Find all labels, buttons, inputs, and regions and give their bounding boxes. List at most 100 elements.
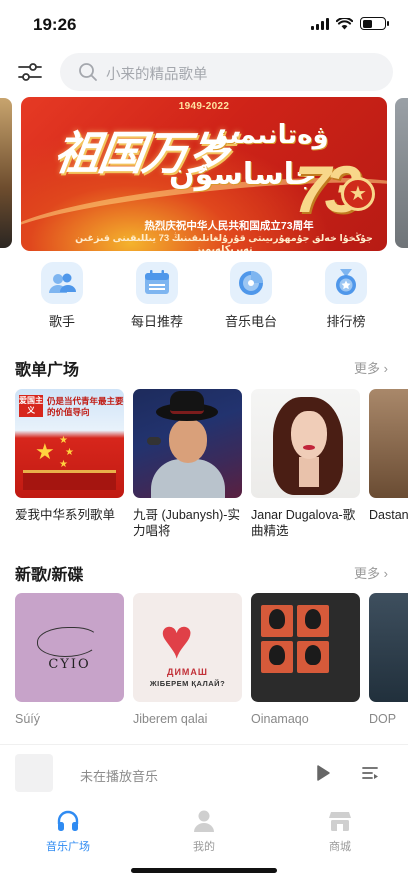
chevron-right-icon: › bbox=[383, 361, 388, 376]
playlist-card[interactable]: Janar Dugalova-歌曲精选 bbox=[251, 389, 360, 539]
singer-illustration bbox=[151, 459, 225, 498]
tab-label: 音乐广场 bbox=[46, 841, 90, 853]
album-card[interactable]: Oinamaqo bbox=[251, 593, 360, 727]
portrait-face bbox=[291, 411, 327, 459]
grid-portrait bbox=[261, 641, 293, 673]
more-label: 更多 bbox=[354, 566, 381, 581]
battery-icon bbox=[360, 17, 389, 30]
line-art-illustration bbox=[37, 627, 99, 657]
album-cover: ♥ ДИМАШ ЖІБЕРЕМ ҚАЛАЙ? bbox=[133, 593, 242, 702]
cover-subtitle: ЖІБЕРЕМ ҚАЛАЙ? bbox=[149, 679, 226, 688]
grid-portrait bbox=[297, 641, 329, 673]
quick-link-label: 每日推荐 bbox=[130, 314, 183, 329]
quick-tile bbox=[325, 262, 367, 304]
cover-badge: 爱国主义 bbox=[19, 395, 43, 417]
playlist-title: 爱我中华系列歌单 bbox=[15, 508, 116, 522]
banner-subtitle-cn: 热烈庆祝中华人民共和国成立73周年 bbox=[144, 220, 314, 232]
flag-star-icon: ★ bbox=[59, 459, 68, 470]
quick-link-daily[interactable]: 每日推荐 bbox=[117, 262, 197, 330]
quick-link-label: 音乐电台 bbox=[224, 314, 277, 329]
status-time: 19:26 bbox=[33, 15, 77, 34]
playlist-cover bbox=[133, 389, 242, 498]
playlist-queue-icon[interactable] bbox=[361, 764, 379, 782]
album-card[interactable]: CYIO Súíý bbox=[15, 593, 124, 727]
search-placeholder: 小来的精品歌单 bbox=[106, 67, 208, 83]
star-emblem-icon bbox=[341, 177, 375, 211]
playlist-title: 九哥 (Jubanysh)-实力唱将 bbox=[133, 508, 240, 538]
search-input[interactable]: 小来的精品歌单 bbox=[60, 53, 393, 91]
gate-illustration bbox=[23, 470, 116, 490]
quick-link-label: 歌手 bbox=[48, 314, 75, 329]
grid-portrait bbox=[297, 605, 329, 637]
wifi-icon bbox=[336, 17, 353, 29]
quick-links: 歌手 每日推荐 音乐电台 排行榜 bbox=[0, 262, 408, 330]
quick-link-label: 排行榜 bbox=[326, 314, 366, 329]
singer-face bbox=[169, 419, 207, 463]
mini-player[interactable]: 未在播放音乐 bbox=[0, 744, 408, 802]
play-icon[interactable] bbox=[313, 763, 333, 783]
album-cover bbox=[369, 593, 408, 702]
tab-label: 我的 bbox=[193, 841, 215, 853]
profile-icon bbox=[194, 810, 214, 832]
album-cover: CYIO bbox=[15, 593, 124, 702]
playlist-title: Janar Dugalova-歌曲精选 bbox=[251, 508, 356, 538]
quick-link-charts[interactable]: 排行榜 bbox=[306, 262, 386, 330]
radio-icon bbox=[239, 271, 263, 295]
status-icons bbox=[311, 17, 389, 30]
album-title: Jiberem qalai bbox=[133, 712, 208, 726]
banner-prev-peek[interactable] bbox=[0, 98, 12, 248]
headphones-icon bbox=[57, 810, 79, 831]
sliders-icon bbox=[18, 63, 42, 81]
singer-icon bbox=[49, 273, 76, 293]
playlist-cover: 爱国主义 仍是当代青年最主要的价值导向 ★ ★ ★ ★ bbox=[15, 389, 124, 498]
cover-text: CYIO bbox=[48, 657, 91, 672]
playlist-title: Dastan (精选 bbox=[369, 508, 408, 522]
hat-illustration bbox=[156, 391, 218, 421]
home-indicator bbox=[131, 868, 277, 873]
quick-tile bbox=[41, 262, 83, 304]
medal-icon bbox=[336, 269, 356, 295]
flag-star-icon: ★ bbox=[35, 439, 55, 464]
tab-store[interactable]: 商城 bbox=[300, 808, 380, 854]
banner-subtitle-ug: جۇڭخۇا خەلق جۇمھۇرىيىتى قۇرۇلغانلىقىنىڭ … bbox=[75, 233, 373, 251]
playlist-cover bbox=[369, 389, 408, 498]
playlist-card[interactable]: 九哥 (Jubanysh)-实力唱将 bbox=[133, 389, 242, 539]
banner-years: 1949-2022 bbox=[178, 101, 230, 112]
more-albums-link[interactable]: 更多 › bbox=[354, 563, 388, 582]
status-bar: 19:26 bbox=[0, 0, 408, 50]
portrait-neck bbox=[299, 457, 319, 487]
calendar-icon bbox=[145, 270, 169, 294]
now-playing-status: 未在播放音乐 bbox=[80, 769, 159, 784]
playlist-card[interactable]: 爱国主义 仍是当代青年最主要的价值导向 ★ ★ ★ ★ 爱我中华系列歌单 bbox=[15, 389, 124, 523]
search-icon bbox=[79, 63, 97, 81]
cover-caption: 仍是当代青年最主要的价值导向 bbox=[47, 396, 124, 417]
playlist-cover bbox=[251, 389, 360, 498]
now-playing-cover[interactable] bbox=[15, 754, 53, 792]
banner-carousel-slide[interactable]: 1949-2022 祖国万岁 ۋەتانىمىز جاساسۇن 73 热烈庆祝… bbox=[21, 97, 387, 251]
section-title-playlists: 歌单广场 bbox=[15, 362, 80, 379]
filter-settings-button[interactable] bbox=[16, 58, 44, 86]
portrait-lips bbox=[303, 445, 315, 450]
flag-star-icon: ★ bbox=[59, 435, 68, 446]
album-card[interactable]: ♥ ДИМАШ ЖІБЕРЕМ ҚАЛАЙ? Jiberem qalai bbox=[133, 593, 242, 727]
more-label: 更多 bbox=[354, 361, 381, 376]
album-card[interactable]: DOP bbox=[369, 593, 408, 727]
heart-icon: ♥ bbox=[160, 607, 194, 670]
quick-link-singers[interactable]: 歌手 bbox=[22, 262, 102, 330]
tab-music-plaza[interactable]: 音乐广场 bbox=[28, 808, 108, 854]
quick-link-radio[interactable]: 音乐电台 bbox=[211, 262, 291, 330]
section-title-new-albums: 新歌/新碟 bbox=[15, 567, 84, 584]
album-title: Oinamaqo bbox=[251, 712, 309, 726]
cover-artist: ДИМАШ bbox=[167, 667, 208, 677]
tab-mine[interactable]: 我的 bbox=[164, 808, 244, 854]
flag-star-icon: ★ bbox=[65, 447, 74, 458]
album-title: Súíý bbox=[15, 712, 41, 726]
banner-next-peek[interactable] bbox=[395, 98, 408, 248]
playlist-card[interactable]: Dastan (精选 bbox=[369, 389, 408, 523]
cellular-signal-icon bbox=[311, 17, 329, 30]
microphone-icon bbox=[147, 437, 161, 445]
banner-title-ug-line1: ۋەتانىمىز bbox=[213, 119, 329, 149]
quick-tile bbox=[230, 262, 272, 304]
chevron-right-icon: › bbox=[383, 566, 388, 581]
more-playlists-link[interactable]: 更多 › bbox=[354, 358, 388, 377]
